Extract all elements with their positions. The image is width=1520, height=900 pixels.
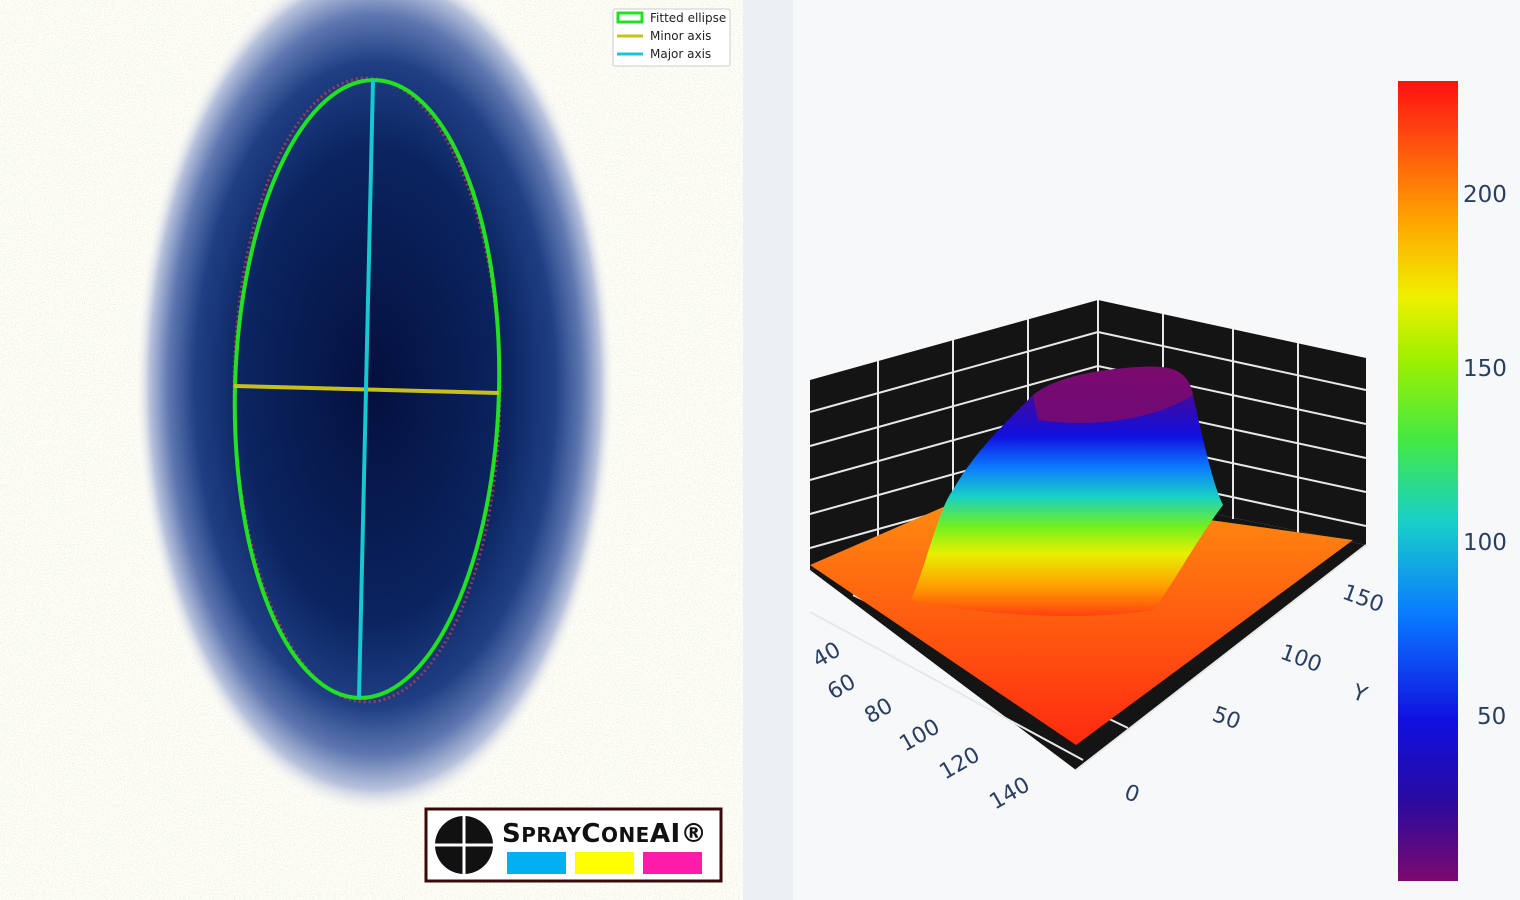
logo-swatch-magenta (643, 852, 702, 874)
legend: Fitted ellipse Minor axis Major axis (612, 8, 731, 67)
colorbar-tick-50: 50 (1477, 704, 1506, 730)
colorbar-tick-200: 200 (1463, 182, 1507, 208)
y-tick-50: 50 (1209, 702, 1244, 735)
spraycone-logo: SPRAYCONEAI® (424, 807, 723, 883)
colorbar: 200 150 100 50 (1398, 81, 1507, 881)
x-tick-60: 60 (824, 670, 861, 706)
spray-pattern-panel: Fitted ellipse Minor axis Major axis SPR… (0, 0, 743, 900)
colorbar-tick-150: 150 (1463, 356, 1507, 382)
legend-label-minor-axis: Minor axis (650, 29, 711, 43)
x-tick-80: 80 (861, 694, 898, 730)
colorbar-tick-100: 100 (1463, 530, 1507, 556)
spray-pattern-image: Fitted ellipse Minor axis Major axis SPR… (0, 0, 743, 900)
y-tick-100: 100 (1277, 640, 1325, 678)
y-tick-150: 150 (1339, 580, 1387, 618)
legend-label-fitted-ellipse: Fitted ellipse (650, 11, 726, 25)
colorbar-gradient (1398, 81, 1458, 881)
x-tick-40: 40 (809, 638, 846, 674)
surface-plot-panel[interactable]: 40 60 80 100 120 140 0 50 100 150 Y 200 … (793, 0, 1520, 900)
panel-gutter (743, 0, 793, 900)
legend-label-major-axis: Major axis (650, 47, 711, 61)
logo-wordmark: SPRAYCONEAI® (502, 819, 707, 849)
x-tick-140: 140 (986, 773, 1035, 816)
logo-swatch-cyan (507, 852, 566, 874)
x-tick-100: 100 (896, 715, 945, 758)
y-axis-label: Y (1348, 680, 1371, 709)
y-tick-0: 0 (1121, 780, 1143, 808)
logo-swatch-yellow (575, 852, 634, 874)
surface-plot[interactable]: 40 60 80 100 120 140 0 50 100 150 Y 200 … (793, 0, 1520, 900)
x-tick-120: 120 (936, 743, 985, 786)
